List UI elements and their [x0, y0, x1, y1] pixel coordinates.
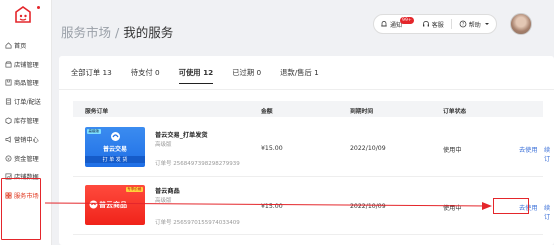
service-version: 高级版	[155, 142, 172, 148]
order-number: 订单号 2568497398298279939	[155, 161, 240, 167]
service-thumbnail[interactable]: 高级版 普云交易 打 单 发 货	[85, 127, 145, 167]
app-root: 首页 店铺管理 商品管理 订单/配送 库存管理 营销中心 ¥ 资金管理 店铺数据…	[0, 0, 554, 245]
help-icon: ?	[459, 20, 467, 28]
tab-usable[interactable]: 可使用 12	[178, 68, 213, 84]
wallet-icon: ¥	[5, 155, 12, 162]
service-button[interactable]: 客服	[422, 20, 444, 29]
headset-icon	[422, 21, 429, 27]
sidebar-item-label: 库存管理	[14, 118, 39, 126]
tabs-divider	[59, 89, 554, 90]
order-tabs: 全部订单 13 待支付 0 可使用 12 已过期 0 退款/售后 1	[71, 68, 338, 84]
toolbar-divider	[450, 19, 452, 29]
breadcrumb: 服务市场 / 我的服务	[61, 22, 173, 41]
sidebar-item-label: 商品管理	[14, 80, 39, 88]
column-header-order: 服务订单	[85, 109, 109, 115]
shop-icon	[5, 61, 12, 68]
renew-link[interactable]: 续订	[544, 203, 550, 221]
service-thumbnail[interactable]: 专享价格 普云商品	[85, 185, 145, 225]
svg-text:?: ?	[462, 22, 464, 27]
sidebar-item-marketing[interactable]: 营销中心	[0, 130, 52, 149]
sidebar-item-shop[interactable]: 店铺管理	[0, 55, 52, 74]
bell-icon	[381, 21, 387, 27]
column-header-expire: 到期时间	[350, 109, 374, 115]
sidebar-item-label: 资金管理	[14, 155, 39, 163]
thumb-brand: 普云商品	[99, 201, 127, 209]
order-amount: ¥15.00	[261, 145, 283, 152]
sidebar-item-goods[interactable]: 商品管理	[0, 74, 52, 93]
expire-date: 2022/10/09	[350, 145, 386, 152]
home-icon	[5, 42, 12, 49]
thumb-tag: 专享价格	[125, 187, 143, 192]
sidebar-item-label: 店铺管理	[14, 61, 39, 69]
sidebar-item-label: 订单/配送	[14, 99, 41, 107]
chevron-down-icon	[484, 23, 489, 25]
brand-logo-icon	[111, 132, 120, 141]
notice-count-badge: 99+	[400, 16, 414, 24]
sidebar-item-label: 首页	[14, 42, 27, 50]
thumb-tag: 高级版	[87, 129, 101, 134]
table-row: 专享价格 普云商品 普云商品 高级版 订单号 25659701559740334…	[73, 178, 550, 235]
help-label: 帮助	[468, 21, 481, 29]
goods-icon	[5, 79, 12, 86]
order-status: 使用中	[443, 205, 462, 212]
table-header: 服务订单 金额 到期时间 订单状态	[73, 101, 543, 117]
sidebar-item-wallet[interactable]: ¥ 资金管理	[0, 149, 52, 168]
order-number: 订单号 2565970155974033409	[155, 220, 240, 226]
breadcrumb-parent[interactable]: 服务市场	[61, 25, 111, 40]
sidebar-annotation-box	[1, 178, 41, 240]
tab-pending-payment[interactable]: 待支付 0	[131, 68, 160, 84]
order-icon	[5, 98, 12, 105]
services-card: 全部订单 13 待支付 0 可使用 12 已过期 0 退款/售后 1 服务订单 …	[59, 56, 554, 245]
renew-link[interactable]: 续订	[544, 145, 550, 163]
column-header-status: 订单状态	[443, 109, 467, 115]
service-version: 高级版	[155, 198, 172, 204]
service-name: 普云交易_打单发货	[155, 132, 208, 139]
notice-button[interactable]: 通知 99+	[380, 16, 416, 29]
column-header-amount: 金额	[261, 109, 273, 115]
thumb-slogan: 打 单 发 货	[85, 156, 145, 163]
order-status: 使用中	[443, 147, 462, 154]
tab-all-orders[interactable]: 全部订单 13	[71, 68, 112, 84]
inventory-icon	[5, 117, 12, 125]
expire-date: 2022/10/09	[350, 203, 386, 210]
help-button[interactable]: ? 帮助	[459, 20, 490, 29]
sidebar-item-inventory[interactable]: 库存管理	[0, 111, 52, 130]
use-button-annotation-box	[493, 198, 529, 214]
logo-dot-badge	[37, 6, 40, 9]
table-row: 高级版 普云交易 打 单 发 货 普云交易_打单发货 高级版 订单号 25684…	[73, 120, 550, 177]
header-toolbar: 通知 99+ 客服 ? 帮助	[373, 14, 497, 34]
marketing-icon	[5, 136, 12, 143]
avatar[interactable]	[510, 13, 532, 35]
app-logo-icon	[15, 6, 31, 23]
order-amount: ¥15.00	[261, 203, 283, 210]
tab-expired[interactable]: 已过期 0	[232, 68, 261, 84]
breadcrumb-current: 我的服务	[123, 25, 174, 40]
use-service-link[interactable]: 去使用	[519, 145, 538, 154]
page-header: 服务市场 / 我的服务 通知 99+ 客服 ? 帮助	[53, 0, 554, 50]
service-label: 客服	[431, 21, 444, 29]
tab-refund[interactable]: 退款/售后 1	[280, 68, 319, 84]
breadcrumb-separator: /	[111, 25, 124, 40]
sidebar: 首页 店铺管理 商品管理 订单/配送 库存管理 营销中心 ¥ 资金管理 店铺数据…	[0, 0, 52, 245]
sidebar-item-order[interactable]: 订单/配送	[0, 92, 52, 111]
sidebar-item-label: 营销中心	[14, 136, 39, 144]
thumb-brand: 普云交易	[102, 146, 127, 153]
sidebar-item-home[interactable]: 首页	[0, 36, 52, 55]
brand-logo-icon	[89, 200, 98, 209]
service-name: 普云商品	[155, 188, 180, 195]
